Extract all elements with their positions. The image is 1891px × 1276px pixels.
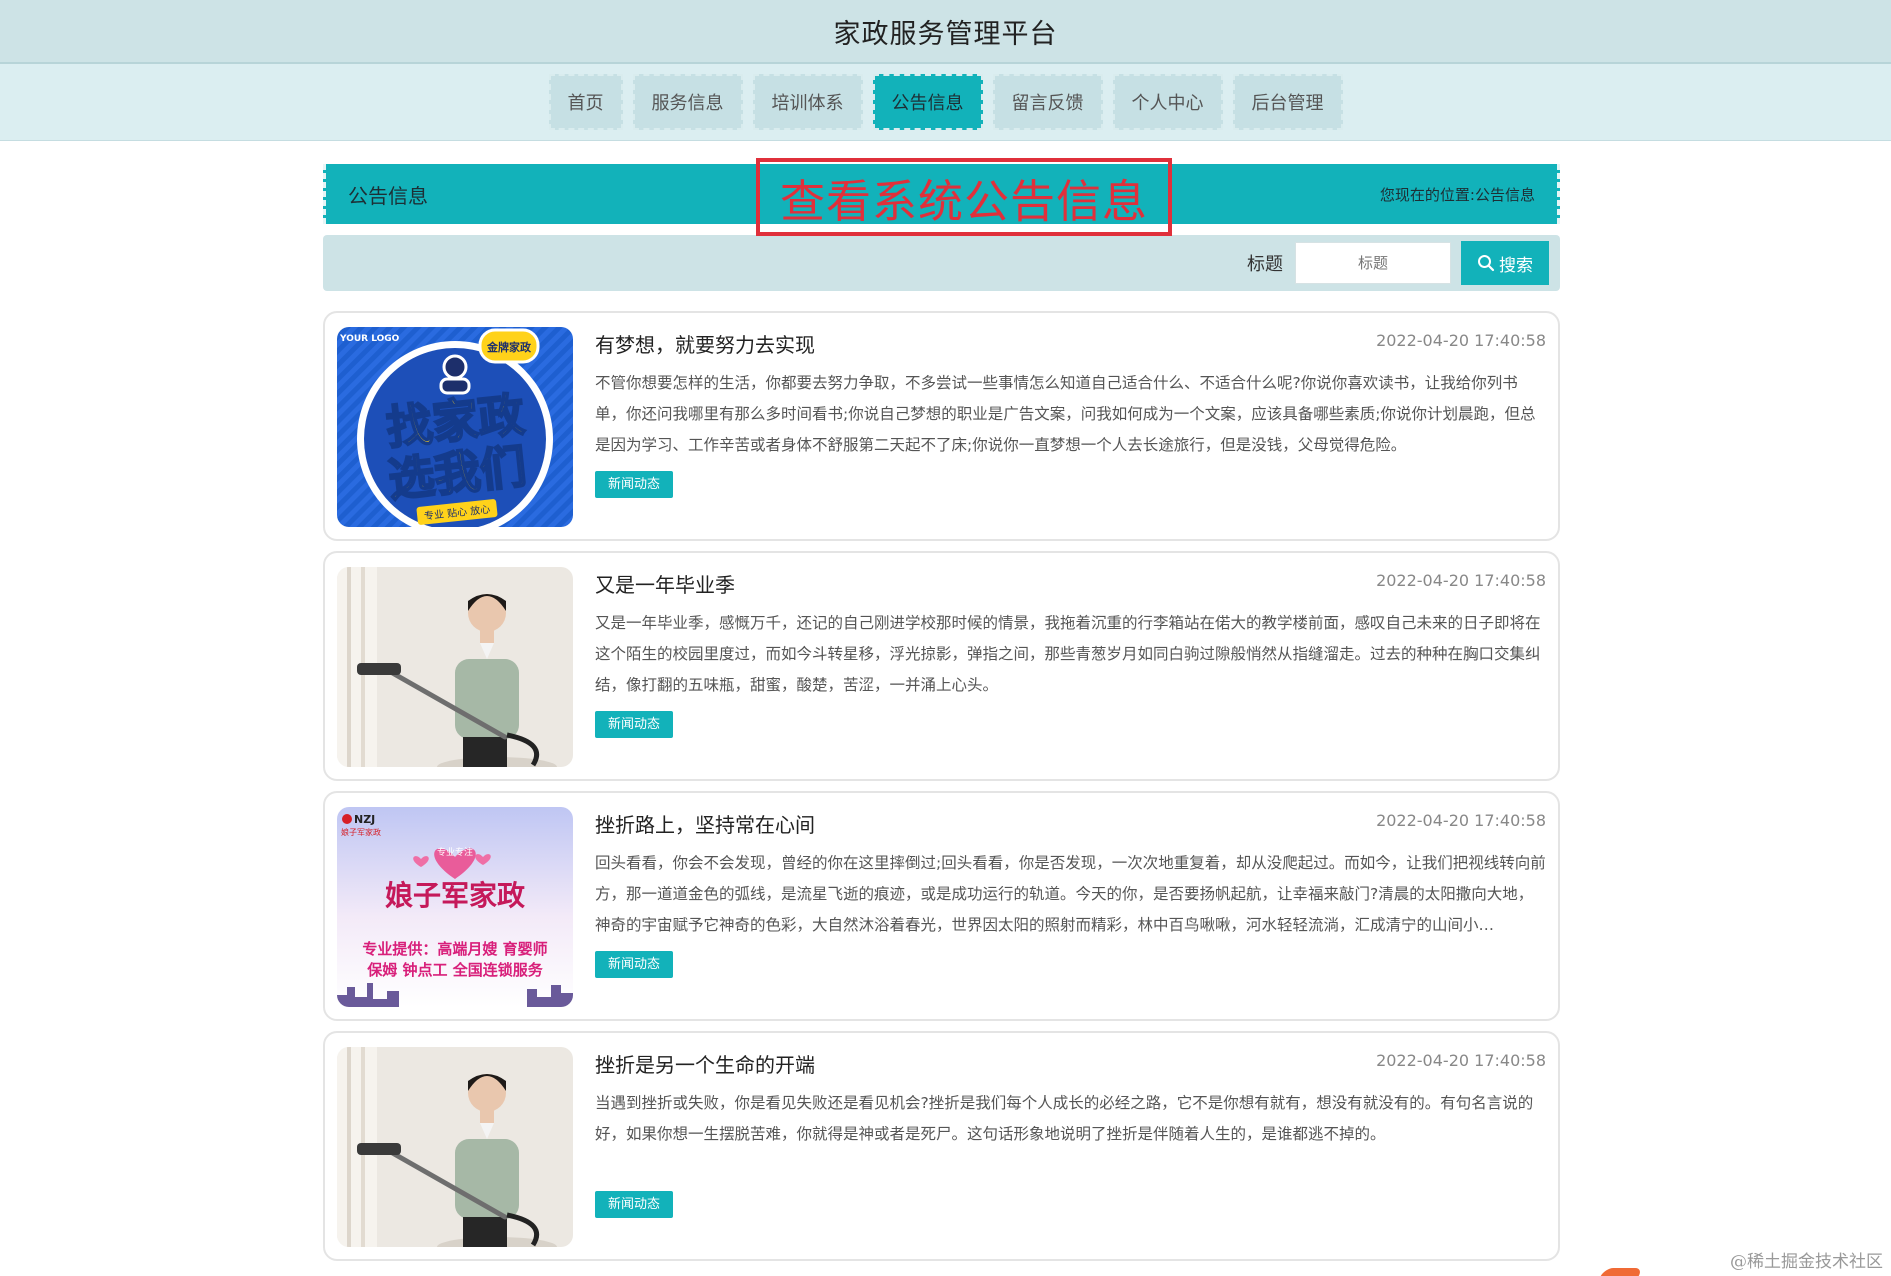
search-icon bbox=[1478, 255, 1495, 272]
breadcrumb-current[interactable]: 公告信息 bbox=[1475, 186, 1535, 204]
poster-image: 金牌家政 YOUR LOGO 找家政 选我们 专业 贴心 放心 bbox=[337, 327, 573, 527]
search-input[interactable] bbox=[1295, 242, 1451, 284]
announcement-summary: 又是一年毕业季，感慨万千，还记的自己刚进学校那时候的情景，我拖着沉重的行李箱站在… bbox=[595, 614, 1541, 694]
main-content: 公告信息 查看系统公告信息 您现在的位置:公告信息 标题 搜索 bbox=[323, 158, 1560, 1271]
announcement-title[interactable]: 挫折路上，坚持常在心间 bbox=[595, 809, 815, 838]
announcement-title[interactable]: 有梦想，就要努力去实现 bbox=[595, 329, 815, 358]
poster-line2: 保姆 钟点工 全国连锁服务 bbox=[366, 961, 543, 979]
list-item[interactable]: 金牌家政 YOUR LOGO 找家政 选我们 专业 贴心 放心 有梦想，就要努力… bbox=[323, 311, 1560, 541]
nav-item-training[interactable]: 培训体系 bbox=[752, 74, 863, 130]
breadcrumb: 您现在的位置:公告信息 bbox=[1380, 184, 1535, 205]
category-tag[interactable]: 新闻动态 bbox=[595, 1191, 674, 1218]
site-title: 家政服务管理平台 bbox=[833, 18, 1058, 50]
announcement-image[interactable]: 金牌家政 YOUR LOGO 找家政 选我们 专业 贴心 放心 bbox=[337, 327, 573, 527]
nav-item-admin[interactable]: 后台管理 bbox=[1232, 74, 1343, 130]
breadcrumb-prefix: 您现在的位置: bbox=[1379, 185, 1475, 204]
announcement-image[interactable] bbox=[337, 1047, 573, 1247]
breadcrumb-bar: 公告信息 查看系统公告信息 您现在的位置:公告信息 bbox=[323, 158, 1560, 236]
list-item[interactable]: 挫折是另一个生命的开端 2022-04-20 17:40:58 当遇到挫折或失败… bbox=[323, 1031, 1560, 1261]
annotation-box: 查看系统公告信息 bbox=[756, 158, 1172, 236]
announcement-date: 2022-04-20 17:40:58 bbox=[1376, 1051, 1546, 1070]
announcement-date: 2022-04-20 17:40:58 bbox=[1376, 811, 1546, 830]
poster-brand: NZJ bbox=[354, 813, 375, 826]
poster-logo-text: YOUR LOGO bbox=[339, 334, 400, 344]
announcement-date: 2022-04-20 17:40:58 bbox=[1376, 571, 1546, 590]
category-tag[interactable]: 新闻动态 bbox=[595, 711, 674, 738]
search-bar: 标题 搜索 bbox=[323, 235, 1560, 291]
list-item[interactable]: 又是一年毕业季 2022-04-20 17:40:58 又是一年毕业季，感慨万千… bbox=[323, 551, 1560, 781]
category-tag[interactable]: 新闻动态 bbox=[595, 951, 674, 978]
announcement-summary: 不管你想要怎样的生活，你都要去努力争取，不多尝试一些事情怎么知道自己适合什么、不… bbox=[595, 374, 1536, 454]
announcement-image[interactable]: 专业专注 NZJ 娘子军家政 娘子军家政 专业提供：高端月嫂 育婴师 保姆 钟点… bbox=[337, 807, 573, 1007]
nav-item-profile[interactable]: 个人中心 bbox=[1112, 74, 1223, 130]
corner-decoration bbox=[1600, 1268, 1644, 1276]
search-label: 标题 bbox=[1247, 254, 1283, 275]
watermark: @稀土掘金技术社区 bbox=[1730, 1252, 1883, 1272]
nav-item-home[interactable]: 首页 bbox=[548, 74, 623, 130]
poster-main: 娘子军家政 bbox=[385, 879, 525, 912]
category-tag[interactable]: 新闻动态 bbox=[595, 471, 674, 498]
main-nav: 首页 服务信息 培训体系 公告信息 留言反馈 个人中心 后台管理 bbox=[0, 64, 1891, 141]
announcement-title[interactable]: 挫折是另一个生命的开端 bbox=[595, 1049, 815, 1078]
announcement-image[interactable] bbox=[337, 567, 573, 767]
nav-item-feedback[interactable]: 留言反馈 bbox=[992, 74, 1103, 130]
poster-line1: 专业提供：高端月嫂 育婴师 bbox=[362, 940, 547, 958]
announcement-summary: 当遇到挫折或失败，你是看见失败还是看见机会?挫折是我们每个人成长的必经之路，它不… bbox=[595, 1094, 1534, 1143]
poster-brand-sub: 娘子军家政 bbox=[341, 827, 381, 837]
list-item[interactable]: 专业专注 NZJ 娘子军家政 娘子军家政 专业提供：高端月嫂 育婴师 保姆 钟点… bbox=[323, 791, 1560, 1021]
site-header: 家政服务管理平台 bbox=[0, 0, 1891, 64]
announcement-title[interactable]: 又是一年毕业季 bbox=[595, 569, 735, 598]
poster-badge: 金牌家政 bbox=[486, 340, 532, 354]
cleaner-photo bbox=[337, 1047, 573, 1247]
announcement-summary: 回头看看，你会不会发现，曾经的你在这里摔倒过;回头看看，你是否发现，一次次地重复… bbox=[595, 854, 1546, 934]
search-button-label: 搜索 bbox=[1499, 255, 1533, 276]
announcement-date: 2022-04-20 17:40:58 bbox=[1376, 331, 1546, 350]
nav-item-services[interactable]: 服务信息 bbox=[632, 74, 743, 130]
nav-item-announcements[interactable]: 公告信息 bbox=[872, 74, 983, 130]
search-button[interactable]: 搜索 bbox=[1461, 241, 1549, 285]
poster-heart-text: 专业专注 bbox=[437, 846, 473, 858]
cleaner-photo bbox=[337, 567, 573, 767]
annotation-text: 查看系统公告信息 bbox=[779, 174, 1148, 228]
announcement-list: 金牌家政 YOUR LOGO 找家政 选我们 专业 贴心 放心 有梦想，就要努力… bbox=[323, 311, 1560, 1261]
poster-image: 专业专注 NZJ 娘子军家政 娘子军家政 专业提供：高端月嫂 育婴师 保姆 钟点… bbox=[337, 807, 573, 1007]
section-title: 公告信息 bbox=[348, 183, 428, 208]
